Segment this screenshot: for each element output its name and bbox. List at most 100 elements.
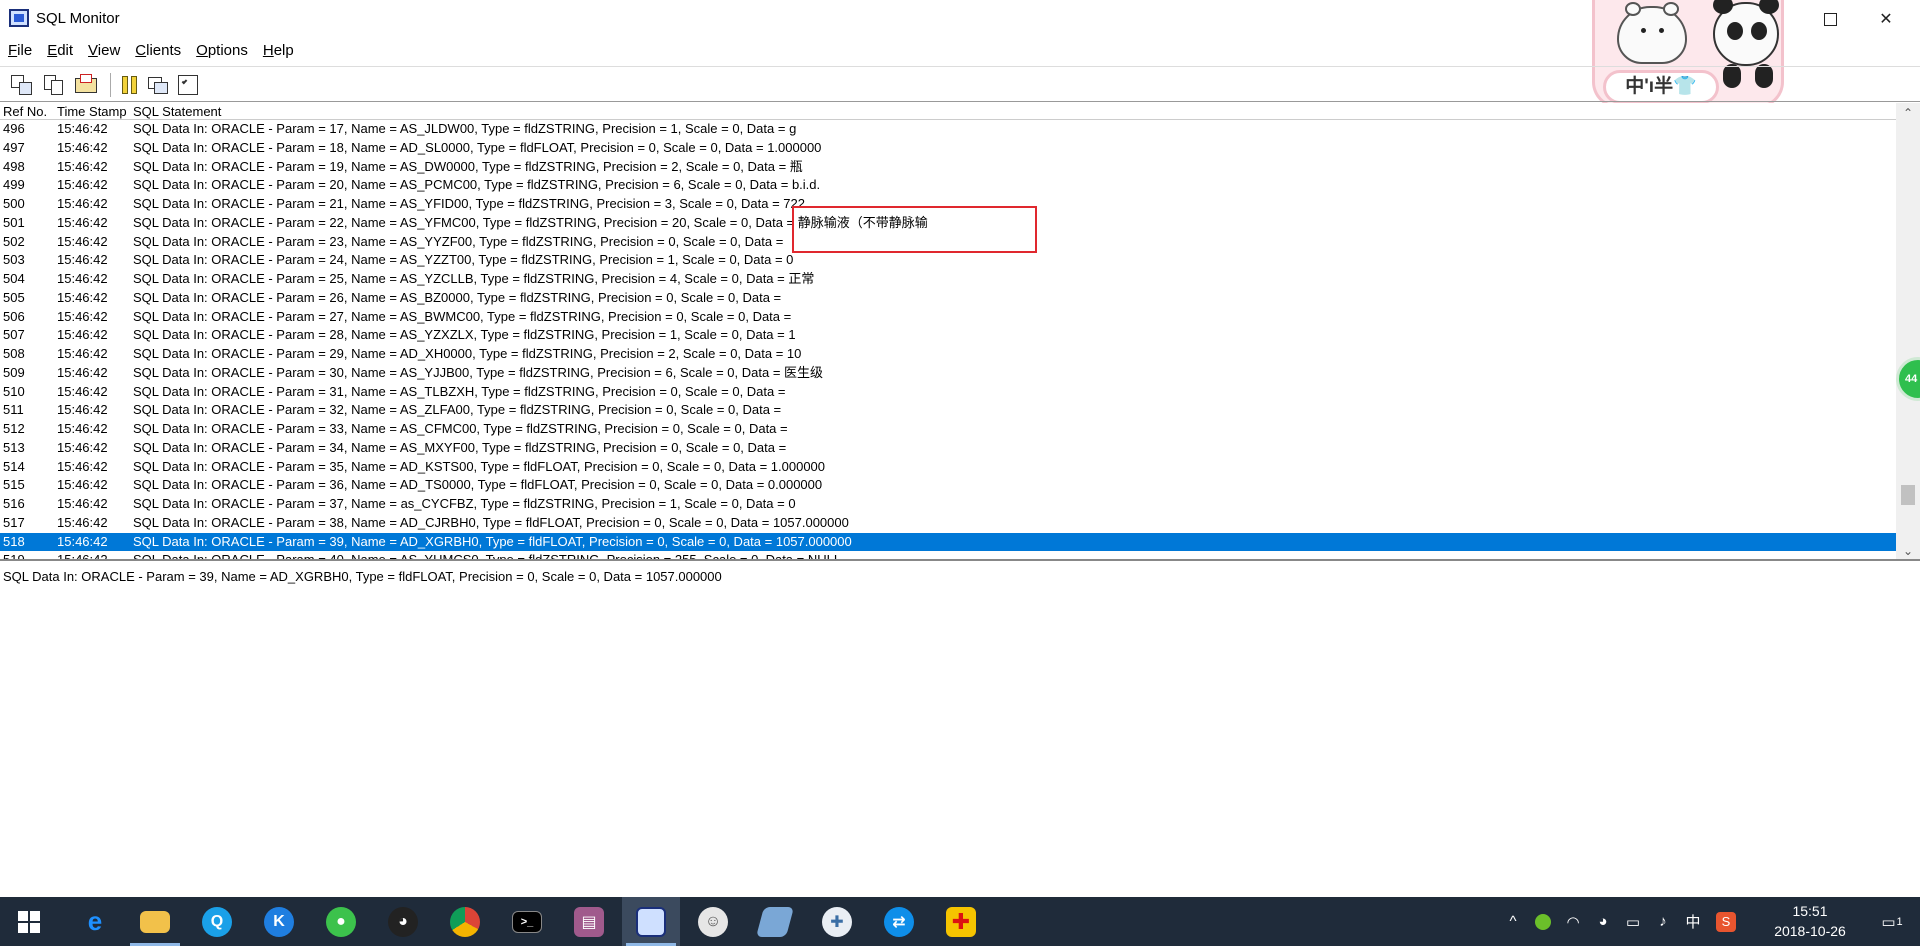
taskbar-notepad[interactable] (746, 897, 804, 946)
taskbar-edge[interactable]: e (66, 897, 124, 946)
statement-detail-pane[interactable]: SQL Data In: ORACLE - Param = 39, Name =… (0, 563, 1920, 897)
folder-icon (140, 910, 170, 933)
save-log-button[interactable] (10, 73, 34, 97)
time-stamp-cell: 15:46:42 (57, 196, 108, 211)
show-hidden-icons-button[interactable]: ^ (1500, 897, 1526, 946)
menu-help[interactable]: Help (255, 38, 301, 64)
table-row[interactable]: 506 15:46:42 SQL Data In: ORACLE - Param =… (0, 308, 1896, 327)
table-row[interactable]: 509 15:46:42 SQL Data In: ORACLE - Param =… (0, 364, 1896, 383)
ref-no-cell: 500 (3, 196, 25, 211)
menu-clients[interactable]: Clients (127, 38, 188, 64)
taskbar-chrome[interactable] (436, 897, 494, 946)
time-stamp-cell: 15:46:42 (57, 402, 108, 418)
taskbar-qq[interactable]: ◕ (374, 897, 432, 946)
table-row[interactable]: 497 15:46:42 SQL Data In: ORACLE - Param =… (0, 139, 1896, 158)
table-row[interactable]: 512 15:46:42 SQL Data In: ORACLE - Param =… (0, 420, 1896, 439)
column-ref-no[interactable]: Ref No. (3, 104, 47, 119)
menu-options[interactable]: Options (188, 38, 255, 64)
sql-trace-grid[interactable]: Ref No. Time Stamp SQL Statement 496 15:4… (0, 103, 1920, 561)
table-row[interactable]: 513 15:46:42 SQL Data In: ORACLE - Param =… (0, 439, 1896, 458)
start-button[interactable] (0, 897, 58, 946)
ref-no-cell: 502 (3, 233, 25, 249)
taskbar-medical-app[interactable]: ✚ (808, 897, 866, 946)
maximize-button[interactable] (1802, 0, 1858, 38)
taskbar-health-app[interactable]: ✚ (932, 897, 990, 946)
table-row[interactable]: 517 15:46:42 SQL Data In: ORACLE - Param =… (0, 514, 1896, 533)
ref-no-cell: 507 (3, 327, 25, 343)
time-stamp-cell: 15:46:42 (57, 139, 108, 155)
time-stamp-cell: 15:46:42 (57, 496, 108, 511)
table-row[interactable]: 516 15:46:42 SQL Data In: ORACLE - Param =… (0, 495, 1896, 514)
wechat-icon: ● (326, 906, 356, 937)
edge-icon: e (87, 906, 103, 936)
table-row[interactable]: 505 15:46:42 SQL Data In: ORACLE - Param =… (0, 289, 1896, 308)
menu-file[interactable]: File (0, 38, 39, 64)
time-stamp-cell: 15:46:42 (57, 477, 108, 493)
taskbar-app-avatar[interactable]: ☺ (684, 897, 742, 946)
time-stamp-cell: 15:46:42 (57, 439, 108, 455)
doctor-icon: ✚ (822, 906, 852, 937)
tray-battery-icon[interactable]: ▭ (1620, 897, 1646, 946)
scroll-up-icon[interactable]: ⌃ (1896, 103, 1920, 123)
menu-edit[interactable]: Edit (39, 38, 80, 64)
tray-sogou-icon[interactable]: S (1712, 897, 1740, 946)
table-row[interactable]: 514 15:46:42 SQL Data In: ORACLE - Param =… (0, 458, 1896, 477)
column-sql-statement[interactable]: SQL Statement (133, 104, 221, 119)
time-stamp-cell: 15:46:42 (57, 551, 108, 559)
table-row[interactable]: 498 15:46:42 SQL Data In: ORACLE - Param =… (0, 158, 1896, 177)
table-row[interactable]: 508 15:46:42 SQL Data In: ORACLE - Param =… (0, 345, 1896, 364)
taskbar-teamviewer[interactable]: ⇄ (870, 897, 928, 946)
column-time-stamp[interactable]: Time Stamp (57, 104, 127, 119)
grid-vertical-scrollbar[interactable]: ⌃ ⌄ (1896, 103, 1920, 559)
copy-button[interactable] (42, 73, 66, 97)
table-row[interactable]: 511 15:46:42 SQL Data In: ORACLE - Param =… (0, 401, 1896, 420)
time-stamp-cell: 15:46:42 (57, 383, 108, 399)
taskbar-wechat[interactable]: ● (312, 897, 370, 946)
table-row[interactable]: 499 15:46:42 SQL Data In: ORACLE - Param =… (0, 176, 1896, 195)
ref-no-cell: 517 (3, 514, 25, 530)
ref-no-cell: 511 (3, 402, 24, 418)
taskbar-clock[interactable]: 15:51 2018-10-26 (1750, 897, 1870, 946)
trace-options-button[interactable] (176, 73, 200, 97)
taskbar: e Q K ● ◕ >_ ▤ ☺ ✚ ⇄ ✚ ^ ◠ ◕ ▭ ♪ 中 S 15:… (0, 897, 1920, 946)
taskbar-sql-monitor[interactable] (622, 897, 680, 946)
action-center-button[interactable]: ▭ 1 (1872, 897, 1912, 946)
pause-button[interactable] (118, 73, 142, 97)
taskbar-database-tool[interactable]: ▤ (560, 897, 618, 946)
cascade-windows-button[interactable] (146, 73, 170, 97)
taskbar-file-explorer[interactable] (126, 897, 184, 946)
table-row-selected[interactable]: 518 15:46:42 SQL Data In: ORACLE - Param =… (0, 532, 1896, 552)
ref-no-cell: 519 (3, 551, 25, 559)
scroll-down-icon[interactable]: ⌄ (1896, 541, 1920, 559)
taskbar-terminal[interactable]: >_ (498, 897, 556, 946)
table-row[interactable]: 510 15:46:42 SQL Data In: ORACLE - Param =… (0, 383, 1896, 402)
ref-no-cell: 509 (3, 364, 25, 380)
table-row[interactable]: 503 15:46:42 SQL Data In: ORACLE - Param =… (0, 251, 1896, 270)
ref-no-cell: 499 (3, 177, 25, 193)
tray-qq-icon[interactable]: ◕ (1590, 897, 1616, 946)
ref-no-cell: 501 (3, 214, 25, 230)
table-row[interactable]: 519 15:46:42 SQL Data In: ORACLE - Param =… (0, 551, 1896, 559)
taskbar-search-app[interactable]: Q (188, 897, 246, 946)
time-stamp-cell: 15:46:42 (57, 252, 108, 268)
table-row[interactable]: 507 15:46:42 SQL Data In: ORACLE - Param =… (0, 326, 1896, 345)
scrollbar-thumb[interactable] (1901, 485, 1915, 505)
print-button[interactable] (74, 73, 98, 97)
table-row[interactable]: 515 15:46:42 SQL Data In: ORACLE - Param =… (0, 476, 1896, 495)
table-row[interactable]: 504 15:46:42 SQL Data In: ORACLE - Param =… (0, 270, 1896, 289)
time-stamp-cell: 15:46:42 (57, 233, 108, 249)
tray-network-icon[interactable]: ◠ (1560, 897, 1586, 946)
menu-view[interactable]: View (80, 38, 127, 64)
white-bear-icon (1617, 2, 1687, 64)
tray-volume-muted-icon[interactable]: ♪ (1650, 897, 1676, 946)
tray-360-icon[interactable] (1530, 897, 1556, 946)
ref-no-cell: 513 (3, 439, 25, 455)
tray-ime-indicator[interactable]: 中 (1680, 897, 1706, 946)
panda-bear-icon (1713, 0, 1779, 88)
chrome-icon (450, 906, 480, 937)
ref-no-cell: 512 (3, 421, 25, 436)
table-row[interactable]: 496 15:46:42 SQL Data In: ORACLE - Param =… (0, 120, 1896, 139)
sql-monitor-app-icon[interactable] (9, 9, 29, 27)
taskbar-kugou[interactable]: K (250, 897, 308, 946)
close-button[interactable]: ✕ (1858, 0, 1914, 38)
